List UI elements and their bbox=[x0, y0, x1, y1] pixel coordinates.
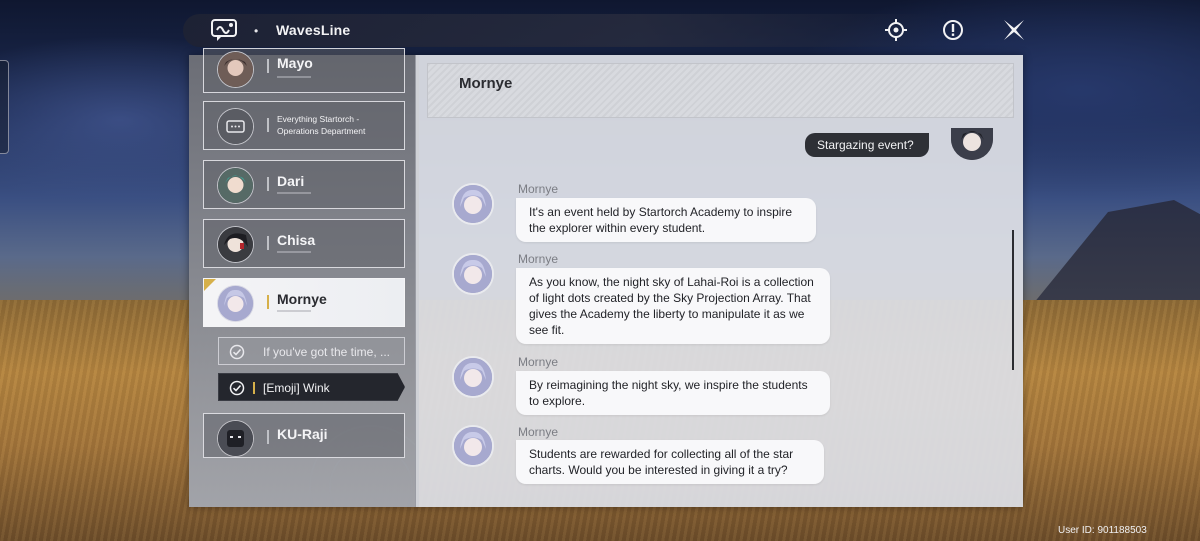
contact-marker bbox=[267, 236, 269, 250]
selection-marker bbox=[253, 382, 255, 394]
mornye-avatar bbox=[452, 253, 494, 295]
close-icon[interactable] bbox=[1002, 18, 1026, 42]
chat-scrollbar[interactable] bbox=[1012, 230, 1014, 370]
check-circle-icon bbox=[229, 344, 245, 360]
contact-item-chisa[interactable]: Chisa bbox=[203, 219, 405, 268]
message-sender: Mornye bbox=[518, 252, 559, 266]
reply-text: [Emoji] Wink bbox=[263, 381, 330, 395]
contact-name: Everything Startorch - Operations Depart… bbox=[277, 114, 366, 136]
incoming-message: Students are rewarded for collecting all… bbox=[516, 440, 824, 484]
reply-option-sent[interactable]: If you've got the time, ... bbox=[218, 337, 405, 365]
reply-text: If you've got the time, ... bbox=[263, 345, 391, 359]
check-circle-icon bbox=[229, 380, 245, 396]
user-id: User ID: 901188503 bbox=[1058, 525, 1147, 536]
contact-item-ku-raji[interactable]: KU-Raji bbox=[203, 413, 405, 458]
message-sender: Mornye bbox=[518, 355, 559, 369]
contact-name: Mayo bbox=[277, 55, 313, 71]
app-title: WavesLine bbox=[276, 22, 351, 38]
chat-title: Mornye bbox=[459, 75, 513, 92]
contact-name: Mornye bbox=[277, 291, 327, 307]
incoming-message: As you know, the night sky of Lahai-Roi … bbox=[516, 268, 830, 344]
avatar bbox=[217, 420, 254, 457]
contact-marker bbox=[267, 430, 269, 444]
message-sender: Mornye bbox=[518, 425, 559, 439]
mornye-avatar bbox=[452, 425, 494, 467]
mornye-avatar bbox=[452, 183, 494, 225]
incoming-message: By reimagining the night sky, we inspire… bbox=[516, 371, 830, 415]
chat-header bbox=[427, 63, 1014, 118]
contact-name: KU-Raji bbox=[277, 426, 328, 442]
avatar bbox=[217, 226, 254, 263]
contact-marker bbox=[267, 295, 269, 309]
reply-option-selected[interactable]: [Emoji] Wink bbox=[218, 373, 405, 401]
status-line bbox=[277, 310, 311, 312]
mornye-avatar bbox=[452, 356, 494, 398]
avatar bbox=[217, 285, 254, 322]
contact-marker bbox=[267, 118, 269, 132]
status-line bbox=[277, 251, 311, 253]
avatar bbox=[217, 167, 254, 204]
contact-item-mayo[interactable]: Mayo bbox=[203, 48, 405, 93]
contact-name: Dari bbox=[277, 173, 305, 189]
status-line bbox=[277, 76, 311, 78]
contact-item-mornye[interactable]: Mornye bbox=[203, 278, 405, 327]
side-tab-handle[interactable] bbox=[0, 60, 9, 154]
waves-line-chat-icon bbox=[211, 19, 237, 41]
separator-dot: • bbox=[254, 24, 259, 38]
contact-item-startorch-operations[interactable]: Everything Startorch - Operations Depart… bbox=[203, 101, 405, 150]
avatar bbox=[217, 51, 254, 88]
contact-marker bbox=[267, 177, 269, 191]
contact-marker bbox=[267, 59, 269, 73]
outgoing-message: Stargazing event? bbox=[805, 133, 929, 157]
target-icon[interactable] bbox=[885, 19, 907, 41]
contact-name: Chisa bbox=[277, 232, 316, 248]
alert-icon[interactable] bbox=[942, 19, 964, 41]
contact-item-dari[interactable]: Dari bbox=[203, 160, 405, 209]
sidebar-divider bbox=[415, 55, 419, 507]
message-sender: Mornye bbox=[518, 182, 559, 196]
avatar bbox=[217, 108, 254, 145]
status-line bbox=[277, 192, 311, 194]
active-indicator bbox=[204, 279, 216, 291]
incoming-message: It's an event held by Startorch Academy … bbox=[516, 198, 816, 242]
